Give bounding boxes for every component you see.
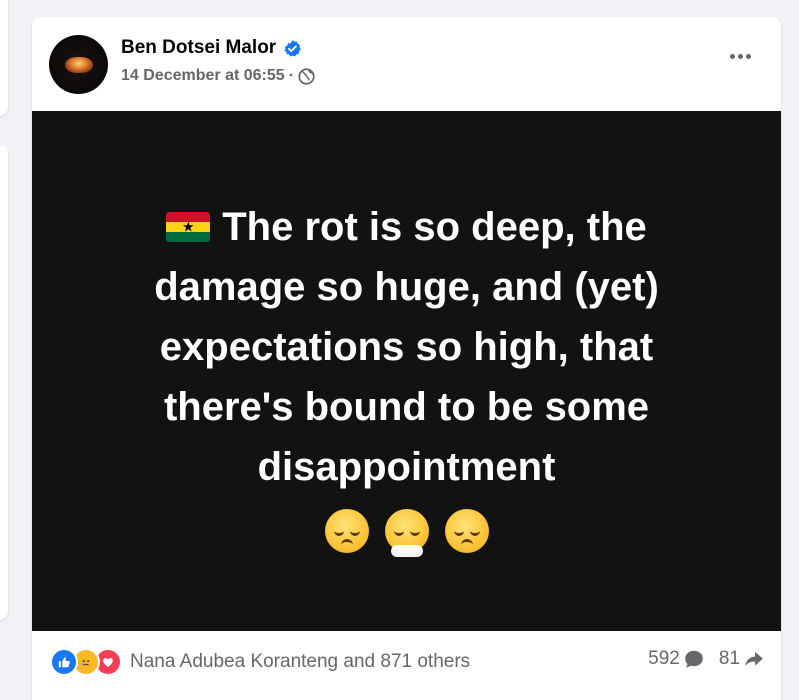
ellipsis-icon xyxy=(730,54,735,59)
ghana-flag-emoji: ★ xyxy=(166,212,211,242)
meta-separator: · xyxy=(288,67,294,84)
post-text: ★ The rot is so deep, the damage so huge… xyxy=(92,197,721,497)
comments-count: 592 xyxy=(648,648,680,669)
post-card: Ben Dotsei Malor 14 December at 06:55 · xyxy=(32,17,781,700)
emoji-row xyxy=(32,509,781,557)
post-text-background[interactable]: ★ The rot is so deep, the damage so huge… xyxy=(32,111,781,631)
avatar[interactable] xyxy=(49,35,108,94)
face-exhaling-emoji xyxy=(384,509,429,557)
sidebar-card-top xyxy=(0,0,8,116)
shares-count-button[interactable]: 81 xyxy=(719,648,765,670)
globe-icon[interactable] xyxy=(298,67,315,85)
ellipsis-icon xyxy=(738,54,743,59)
post-footer: Nana Adubea Koranteng and 871 others 592… xyxy=(32,631,781,691)
post-header: Ben Dotsei Malor 14 December at 06:55 · xyxy=(32,17,781,111)
disappointed-face-emoji xyxy=(324,509,369,553)
share-icon xyxy=(745,651,763,667)
disappointed-face-emoji xyxy=(444,509,489,553)
avatar-candle-image xyxy=(65,57,93,73)
sidebar-card-bottom xyxy=(0,145,8,620)
like-reaction-icon xyxy=(50,648,78,676)
comment-icon xyxy=(685,650,703,668)
page: Ben Dotsei Malor 14 December at 06:55 · xyxy=(0,0,799,700)
engagement-counts: 592 81 xyxy=(648,648,765,670)
post-meta: 14 December at 06:55 · xyxy=(121,67,315,85)
author-line: Ben Dotsei Malor xyxy=(121,37,302,59)
reactions-summary[interactable]: Nana Adubea Koranteng and 871 others xyxy=(50,648,470,676)
post-body-text: The rot is so deep, the damage so huge, … xyxy=(154,205,659,489)
ellipsis-icon xyxy=(746,54,751,59)
more-options-button[interactable] xyxy=(730,54,751,59)
post-timestamp[interactable]: 14 December at 06:55 xyxy=(121,67,285,85)
author-name[interactable]: Ben Dotsei Malor xyxy=(121,37,276,59)
shares-count: 81 xyxy=(718,648,740,669)
verified-badge-icon xyxy=(284,39,302,56)
reactions-text[interactable]: Nana Adubea Koranteng and 871 others xyxy=(130,651,470,673)
comments-count-button[interactable]: 592 xyxy=(648,648,705,670)
